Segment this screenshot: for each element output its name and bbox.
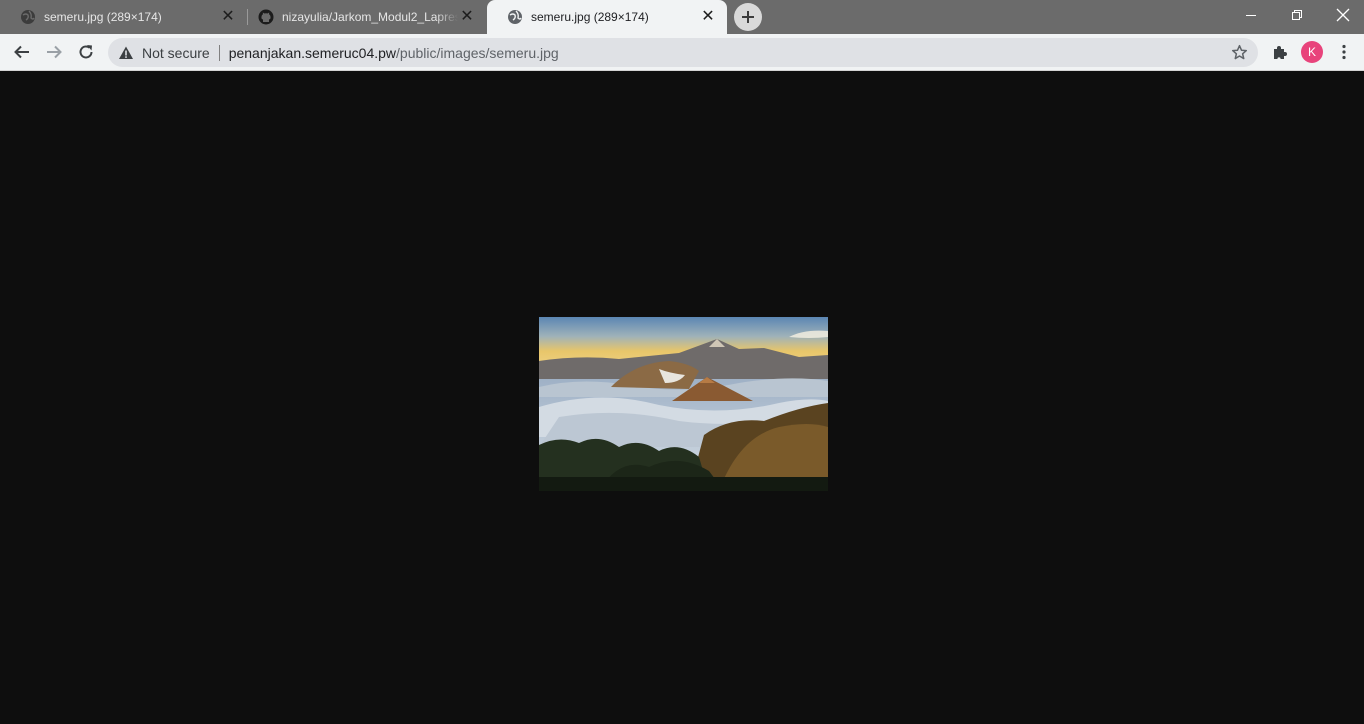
close-window-button[interactable] <box>1320 0 1364 30</box>
close-icon[interactable]: ✕ <box>219 8 237 26</box>
new-tab-button[interactable] <box>734 3 762 31</box>
restore-button[interactable] <box>1274 0 1320 30</box>
tab-title: nizayulia/Jarkom_Modul2_Lapres <box>282 10 458 24</box>
puzzle-icon <box>1274 46 1287 59</box>
title-fade <box>436 0 458 34</box>
security-label[interactable]: Not secure <box>142 45 210 61</box>
reload-button[interactable] <box>72 38 100 66</box>
browser-toolbar: Not secure penanjakan.semeruc04.pw /publ… <box>0 34 1364 71</box>
url-path: /public/images/semeru.jpg <box>396 44 559 61</box>
profile-avatar[interactable]: K <box>1301 41 1323 63</box>
tab-semeru-active[interactable]: semeru.jpg (289×174) ✕ <box>487 0 727 34</box>
minimize-button[interactable] <box>1228 0 1274 30</box>
extensions-button[interactable] <box>1266 38 1294 66</box>
forward-button[interactable] <box>40 38 68 66</box>
reload-icon <box>79 45 93 59</box>
github-icon <box>258 9 274 25</box>
close-icon <box>1336 8 1350 22</box>
close-icon[interactable]: ✕ <box>458 8 476 26</box>
globe-icon <box>21 10 35 24</box>
minimize-icon <box>1246 15 1256 16</box>
back-button[interactable] <box>8 38 36 66</box>
tab-strip: semeru.jpg (289×174) ✕ nizayulia/Jarkom_… <box>0 0 1364 34</box>
tab-title: semeru.jpg (289×174) <box>531 10 649 24</box>
plus-icon <box>742 11 754 23</box>
tab-semeru-1[interactable]: semeru.jpg (289×174) ✕ <box>0 0 247 34</box>
url-host: penanjakan.semeruc04.pw <box>228 44 397 61</box>
arrow-right-icon <box>47 45 62 59</box>
menu-button[interactable] <box>1330 38 1358 66</box>
tab-github[interactable]: nizayulia/Jarkom_Modul2_Lapres ✕ <box>248 0 486 34</box>
globe-icon <box>508 10 522 24</box>
address-bar[interactable]: Not secure penanjakan.semeruc04.pw /publ… <box>108 38 1258 67</box>
semeru-image[interactable] <box>539 317 828 491</box>
close-icon[interactable]: ✕ <box>699 8 717 26</box>
omnibox-divider <box>218 44 220 61</box>
bookmark-star-icon[interactable] <box>1231 44 1248 61</box>
more-vertical-icon <box>1342 44 1346 60</box>
tab-title: semeru.jpg (289×174) <box>44 10 162 24</box>
restore-icon <box>1292 10 1302 20</box>
warning-icon[interactable] <box>118 45 134 61</box>
arrow-left-icon <box>14 45 29 59</box>
